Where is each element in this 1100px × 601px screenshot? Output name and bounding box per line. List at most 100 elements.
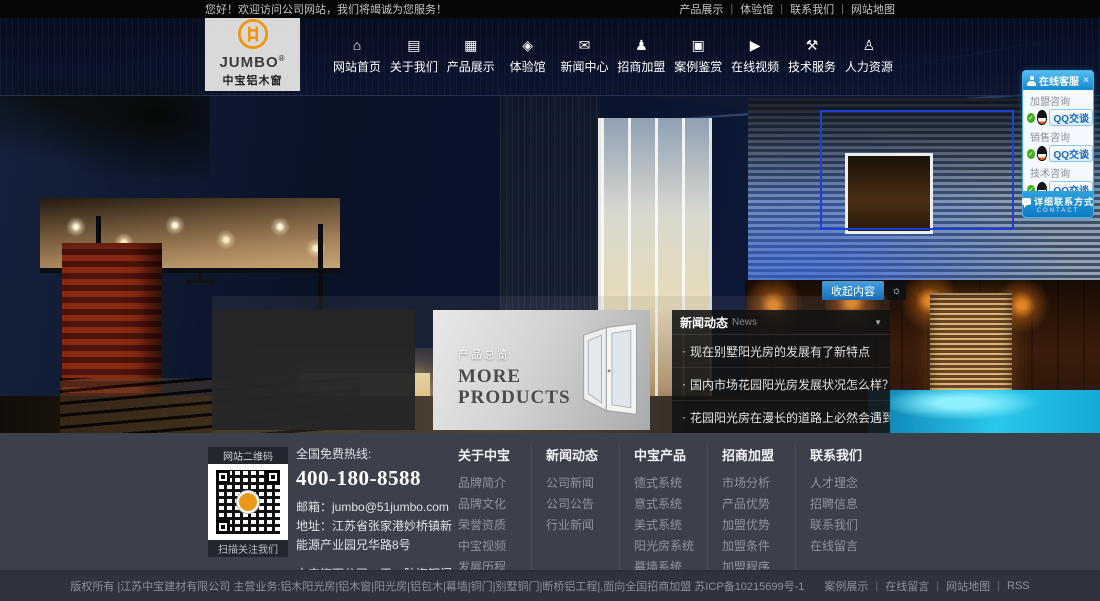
qr-code-box: 网站二维码 扫描关注我们	[208, 447, 288, 557]
news-panel: 新闻动态 News ▼ · 现在别墅阳光房的发展有了新特点 · 国内市场花园阳光…	[672, 310, 890, 433]
footer-link[interactable]: 加盟优势	[722, 515, 795, 536]
products-icon: ▦	[464, 38, 477, 52]
hero-banner: ⌂ 网站首页 ▤ 关于我们 ▦ 产品展示 ◈ 体验馆 ✉ 新闻中心 ♟ 招商加盟	[0, 18, 1100, 433]
nav-item-experience[interactable]: ◈ 体验馆	[501, 18, 555, 95]
topbar-link-contact[interactable]: 联系我们	[790, 1, 834, 17]
topbar-link-sitemap[interactable]: 网站地图	[851, 1, 895, 17]
nav-item-news[interactable]: ✉ 新闻中心	[558, 18, 612, 95]
qq-chat-join[interactable]: ✓ QQ交谈	[1027, 109, 1093, 126]
bottom-link-rss[interactable]: RSS	[1007, 580, 1030, 592]
more-products-panel[interactable]: 产品总览 MORE PRODUCTS	[433, 310, 650, 430]
close-icon[interactable]: ×	[1083, 76, 1089, 86]
footer: 网站二维码 扫描关注我们 全国免费热线: 400-180-8588 邮箱：jum…	[0, 433, 1100, 570]
hotline-number: 400-180-8588	[296, 466, 458, 491]
footer-contact-info: 全国免费热线: 400-180-8588 邮箱：jumbo@51jumbo.co…	[296, 445, 458, 584]
footer-link[interactable]: 公司公告	[546, 494, 619, 515]
qr-logo-icon	[237, 491, 259, 513]
qq-penguin-icon	[1037, 110, 1048, 125]
nav-item-join[interactable]: ♟ 招商加盟	[614, 18, 668, 95]
news-item[interactable]: · 现在别墅阳光房的发展有了新特点	[672, 335, 890, 367]
footer-link[interactable]: 美式系统	[634, 515, 707, 536]
collapse-controls: 收起内容 ☼	[822, 281, 906, 300]
footer-link[interactable]: 联系我们	[810, 515, 883, 536]
bottom-link-cases[interactable]: 案例展示	[824, 578, 868, 594]
bottombar-links: 案例展示 | 在线留言 | 网站地图 | RSS	[824, 578, 1029, 594]
footer-link[interactable]: 产品优势	[722, 494, 795, 515]
products-panel-title: 产品总览	[458, 346, 510, 362]
footer-link[interactable]: 加盟条件	[722, 536, 795, 557]
main-nav-items: ⌂ 网站首页 ▤ 关于我们 ▦ 产品展示 ◈ 体验馆 ✉ 新闻中心 ♟ 招商加盟	[330, 18, 896, 95]
chevron-down-icon[interactable]: ▼	[874, 318, 882, 327]
news-subtitle: News	[732, 317, 870, 328]
news-item[interactable]: · 国内市场花园阳光房发展状况怎么样？	[672, 367, 890, 400]
separator: |	[936, 580, 939, 592]
footer-link[interactable]: 中宝视频	[458, 536, 531, 557]
footer-link[interactable]: 在线留言	[810, 536, 883, 557]
footer-link[interactable]: 品牌简介	[458, 473, 531, 494]
footer-link[interactable]: 荣誉资质	[458, 515, 531, 536]
footer-link[interactable]: 德式系统	[634, 473, 707, 494]
footer-link[interactable]: 阳光房系统	[634, 536, 707, 557]
tech-service-icon: ⚒	[806, 38, 819, 52]
qq-group-label-join: 加盟咨询	[1030, 93, 1093, 108]
qq-chat-sales[interactable]: ✓ QQ交谈	[1027, 145, 1093, 162]
footer-link[interactable]: 公司新闻	[546, 473, 619, 494]
cases-icon: ▣	[692, 38, 705, 52]
online-check-icon: ✓	[1027, 113, 1035, 123]
nav-item-products[interactable]: ▦ 产品展示	[444, 18, 498, 95]
hotline-label: 全国免费热线:	[296, 445, 458, 462]
nav-item-hr[interactable]: ♙ 人力资源	[842, 18, 896, 95]
footer-link[interactable]: 市场分析	[722, 473, 795, 494]
open-window-icon	[578, 320, 644, 423]
company-logo[interactable]: JUMBO® 中宝铝木窗	[205, 18, 300, 91]
bullet: ·	[682, 344, 686, 358]
news-panel-header: 新闻动态 News ▼	[672, 310, 890, 335]
email-value: jumbo@51jumbo.com	[332, 500, 449, 514]
separator: |	[730, 3, 733, 15]
qq-penguin-icon	[1037, 146, 1048, 161]
logo-emblem-icon	[237, 18, 269, 55]
nav-item-cases[interactable]: ▣ 案例鉴赏	[671, 18, 725, 95]
about-icon: ▤	[407, 38, 420, 52]
bottom-link-message[interactable]: 在线留言	[885, 578, 929, 594]
online-check-icon: ✓	[1027, 149, 1035, 159]
nav-item-video[interactable]: ▶ 在线视频	[728, 18, 782, 95]
news-item[interactable]: · 花园阳光房在漫长的道路上必然会遇到各种挑战	[672, 400, 890, 433]
carousel-dark-slide[interactable]	[212, 310, 415, 430]
bottom-link-sitemap[interactable]: 网站地图	[946, 578, 990, 594]
qr-code-image	[208, 464, 288, 540]
online-service-header: 在线客服 ×	[1023, 71, 1093, 90]
footer-link[interactable]: 品牌文化	[458, 494, 531, 515]
bullet: ·	[682, 377, 686, 391]
nav-item-about[interactable]: ▤ 关于我们	[387, 18, 441, 95]
nav-item-home[interactable]: ⌂ 网站首页	[330, 18, 384, 95]
footer-link[interactable]: 人才理念	[810, 473, 883, 494]
more-products-text: MORE PRODUCTS	[458, 366, 571, 409]
qq-group-label-tech: 技术咨询	[1030, 165, 1093, 180]
page: 您好！欢迎访问公司网站，我们将竭诚为您服务！ 产品展示 | 体验馆 | 联系我们…	[0, 0, 1100, 601]
home-icon: ⌂	[353, 38, 361, 52]
qr-caption: 扫描关注我们	[208, 540, 288, 557]
online-service-panel: 在线客服 × 加盟咨询 ✓ QQ交谈 销售咨询 ✓ QQ交谈 技术咨询 ✓ QQ…	[1022, 70, 1094, 218]
collapse-widget-icon[interactable]: ☼	[887, 281, 906, 300]
chat-icon	[1022, 198, 1031, 205]
bullet: ·	[682, 410, 686, 424]
logo-brand-text: JUMBO®	[219, 55, 285, 72]
person-icon	[1027, 76, 1036, 86]
address-line: 地址：江苏省张家港妙桥镇新能源产业园兄华路8号	[296, 517, 458, 555]
topbar-link-products[interactable]: 产品展示	[679, 1, 723, 17]
topbar-link-experience[interactable]: 体验馆	[740, 1, 773, 17]
footer-link[interactable]: 行业新闻	[546, 515, 619, 536]
contact-details-button[interactable]: 详细联系方式 CONTACT	[1023, 191, 1093, 217]
separator: |	[997, 580, 1000, 592]
footer-link[interactable]: 意式系统	[634, 494, 707, 515]
nav-item-tech-service[interactable]: ⚒ 技术服务	[785, 18, 839, 95]
footer-link[interactable]: 招聘信息	[810, 494, 883, 515]
logo-chinese-name: 中宝铝木窗	[223, 72, 283, 88]
hero-highlight-frame	[820, 110, 1014, 230]
topbar-links: 产品展示 | 体验馆 | 联系我们 | 网站地图	[679, 1, 895, 17]
collapse-content-button[interactable]: 收起内容	[822, 281, 884, 300]
separator: |	[780, 3, 783, 15]
hero-pool	[868, 390, 1100, 433]
hero-ceiling-fan	[185, 280, 215, 283]
